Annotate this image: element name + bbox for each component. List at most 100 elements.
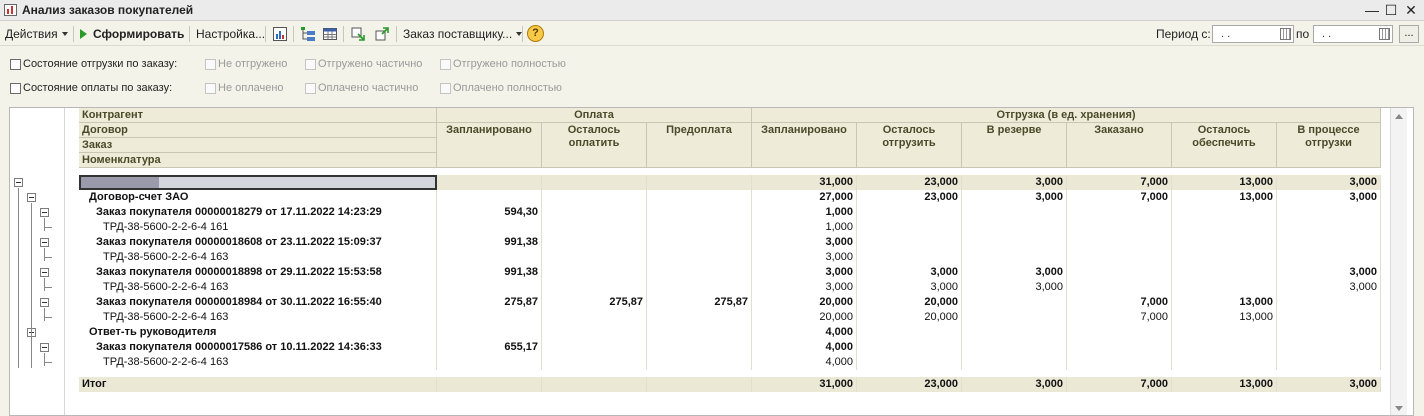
table-row[interactable]: ТРД-38-5600-2-2-6-4 163 20,000 20,000 7,000… [79, 310, 1381, 325]
value-cell: 20,000 [752, 295, 857, 310]
supplier-order-label: Заказ поставщику... [403, 27, 513, 41]
value-cell [647, 280, 752, 295]
value-cell [1067, 250, 1172, 265]
scroll-down-icon[interactable] [1395, 406, 1403, 411]
toolbar-separator [189, 26, 190, 42]
report-grid[interactable]: Контрагент Договор Заказ Номенклатура Оп… [9, 107, 1414, 416]
collapse-toggle-icon[interactable] [40, 298, 49, 307]
collapse-toggle-icon[interactable] [40, 208, 49, 217]
collapse-toggle-icon[interactable] [40, 343, 49, 352]
value-cell [542, 175, 647, 190]
partially-shipped-checkbox[interactable] [305, 59, 316, 70]
table-row[interactable]: Договор-счет ЗАО 27,000 23,000 3,000 7,000 13… [79, 190, 1381, 205]
value-cell: 991,38 [437, 265, 542, 280]
value-cell: 3,000 [1277, 175, 1381, 190]
table-row[interactable]: Заказ покупателя 00000018608 от 23.11.20… [79, 235, 1381, 250]
actions-menu[interactable]: Действия [5, 25, 68, 43]
value-cell [1172, 205, 1277, 220]
table-row[interactable]: Заказ покупателя 00000018898 от 29.11.20… [79, 265, 1381, 280]
period-select-button[interactable]: ... [1399, 25, 1419, 43]
table-row[interactable]: ТРД-38-5600-2-2-6-4 161 1,000 [79, 220, 1381, 235]
value-cell: 13,000 [1172, 377, 1277, 392]
table-row[interactable]: Заказ покупателя 00000018279 от 17.11.20… [79, 205, 1381, 220]
table-row[interactable]: 31,000 23,000 3,000 7,000 13,000 3,000 [79, 175, 1381, 190]
fill-down-icon[interactable] [350, 26, 366, 42]
fully-paid-checkbox[interactable] [440, 83, 451, 94]
supplier-order-menu[interactable]: Заказ поставщику... [403, 25, 523, 43]
value-cell [1277, 220, 1381, 235]
value-cell: 7,000 [1067, 377, 1172, 392]
table-row[interactable]: ТРД-38-5600-2-2-6-4 163 3,000 3,000 3,000 3,… [79, 280, 1381, 295]
table-row[interactable]: Заказ покупателя 00000018984 от 30.11.20… [79, 295, 1381, 310]
row-name: ТРД-38-5600-2-2-6-4 163 [79, 355, 437, 370]
period-to-label: по [1296, 27, 1310, 41]
value-cell [1067, 235, 1172, 250]
table-row[interactable]: ТРД-38-5600-2-2-6-4 163 3,000 [79, 250, 1381, 265]
value-cell [647, 325, 752, 340]
total-row[interactable]: Итог 31,000 23,000 3,000 7,000 13,000 3,000 [79, 377, 1381, 392]
chart-report-icon[interactable] [272, 26, 288, 42]
value-cell: 31,000 [752, 377, 857, 392]
value-cell [1172, 280, 1277, 295]
date-to-field[interactable]: . . [1313, 25, 1393, 43]
tree-line [44, 278, 45, 291]
value-cell [437, 280, 542, 295]
not-shipped-checkbox[interactable] [205, 59, 216, 70]
row-name: Заказ покупателя 00000018984 от 30.11.20… [79, 295, 437, 310]
table-settings-icon[interactable] [322, 26, 338, 42]
row-name: Заказ покупателя 00000018279 от 17.11.20… [79, 205, 437, 220]
tree-line [44, 218, 45, 231]
header-reserved: В резерве [962, 123, 1067, 168]
collapse-toggle-icon[interactable] [14, 178, 23, 187]
value-cell: 1,000 [752, 220, 857, 235]
partially-paid-checkbox[interactable] [305, 83, 316, 94]
value-cell [542, 265, 647, 280]
value-cell [962, 235, 1067, 250]
calendar-icon[interactable] [1379, 28, 1390, 40]
scroll-up-icon[interactable] [1395, 114, 1403, 119]
settings-button[interactable]: Настройка... [196, 25, 265, 43]
tree-line [18, 188, 19, 368]
value-cell [1277, 325, 1381, 340]
value-cell [962, 325, 1067, 340]
table-row[interactable]: Заказ покупателя 00000017586 от 10.11.20… [79, 340, 1381, 355]
minimize-button[interactable]: — [1364, 2, 1380, 18]
value-cell: 23,000 [857, 175, 962, 190]
tree-structure-icon[interactable] [300, 26, 316, 42]
value-cell [647, 340, 752, 355]
value-cell: 13,000 [1172, 295, 1277, 310]
header-ship-planned: Запланировано [752, 123, 857, 168]
value-cell [542, 377, 647, 392]
shipment-state-checkbox[interactable] [10, 59, 21, 70]
collapse-toggle-icon[interactable] [40, 238, 49, 247]
value-cell: 3,000 [752, 250, 857, 265]
value-cell [1277, 250, 1381, 265]
close-button[interactable]: ✕ [1403, 2, 1419, 18]
value-cell: 20,000 [752, 310, 857, 325]
collapse-toggle-icon[interactable] [27, 193, 36, 202]
vertical-scrollbar[interactable] [1390, 108, 1407, 415]
value-cell [1172, 235, 1277, 250]
value-cell [962, 355, 1067, 370]
fully-shipped-checkbox[interactable] [440, 59, 451, 70]
generate-button[interactable]: Сформировать [80, 25, 184, 43]
fill-up-icon[interactable] [374, 26, 390, 42]
maximize-button[interactable]: ☐ [1383, 2, 1399, 18]
value-cell [857, 235, 962, 250]
not-paid-checkbox[interactable] [205, 83, 216, 94]
payment-state-checkbox[interactable] [10, 83, 21, 94]
value-cell [542, 220, 647, 235]
value-cell [1067, 340, 1172, 355]
collapse-toggle-icon[interactable] [40, 268, 49, 277]
help-icon[interactable]: ? [527, 25, 544, 42]
table-row[interactable]: Ответ-ть руководителя 4,000 [79, 325, 1381, 340]
value-cell: 4,000 [752, 325, 857, 340]
value-cell: 3,000 [1277, 190, 1381, 205]
window-title: Анализ заказов покупателей [22, 3, 194, 17]
value-cell [1172, 265, 1277, 280]
table-row[interactable]: ТРД-38-5600-2-2-6-4 163 4,000 [79, 355, 1381, 370]
calendar-icon[interactable] [1280, 28, 1291, 40]
date-from-field[interactable]: . . [1212, 25, 1294, 43]
not-shipped-label: Не отгружено [218, 58, 288, 70]
value-cell: 4,000 [752, 340, 857, 355]
